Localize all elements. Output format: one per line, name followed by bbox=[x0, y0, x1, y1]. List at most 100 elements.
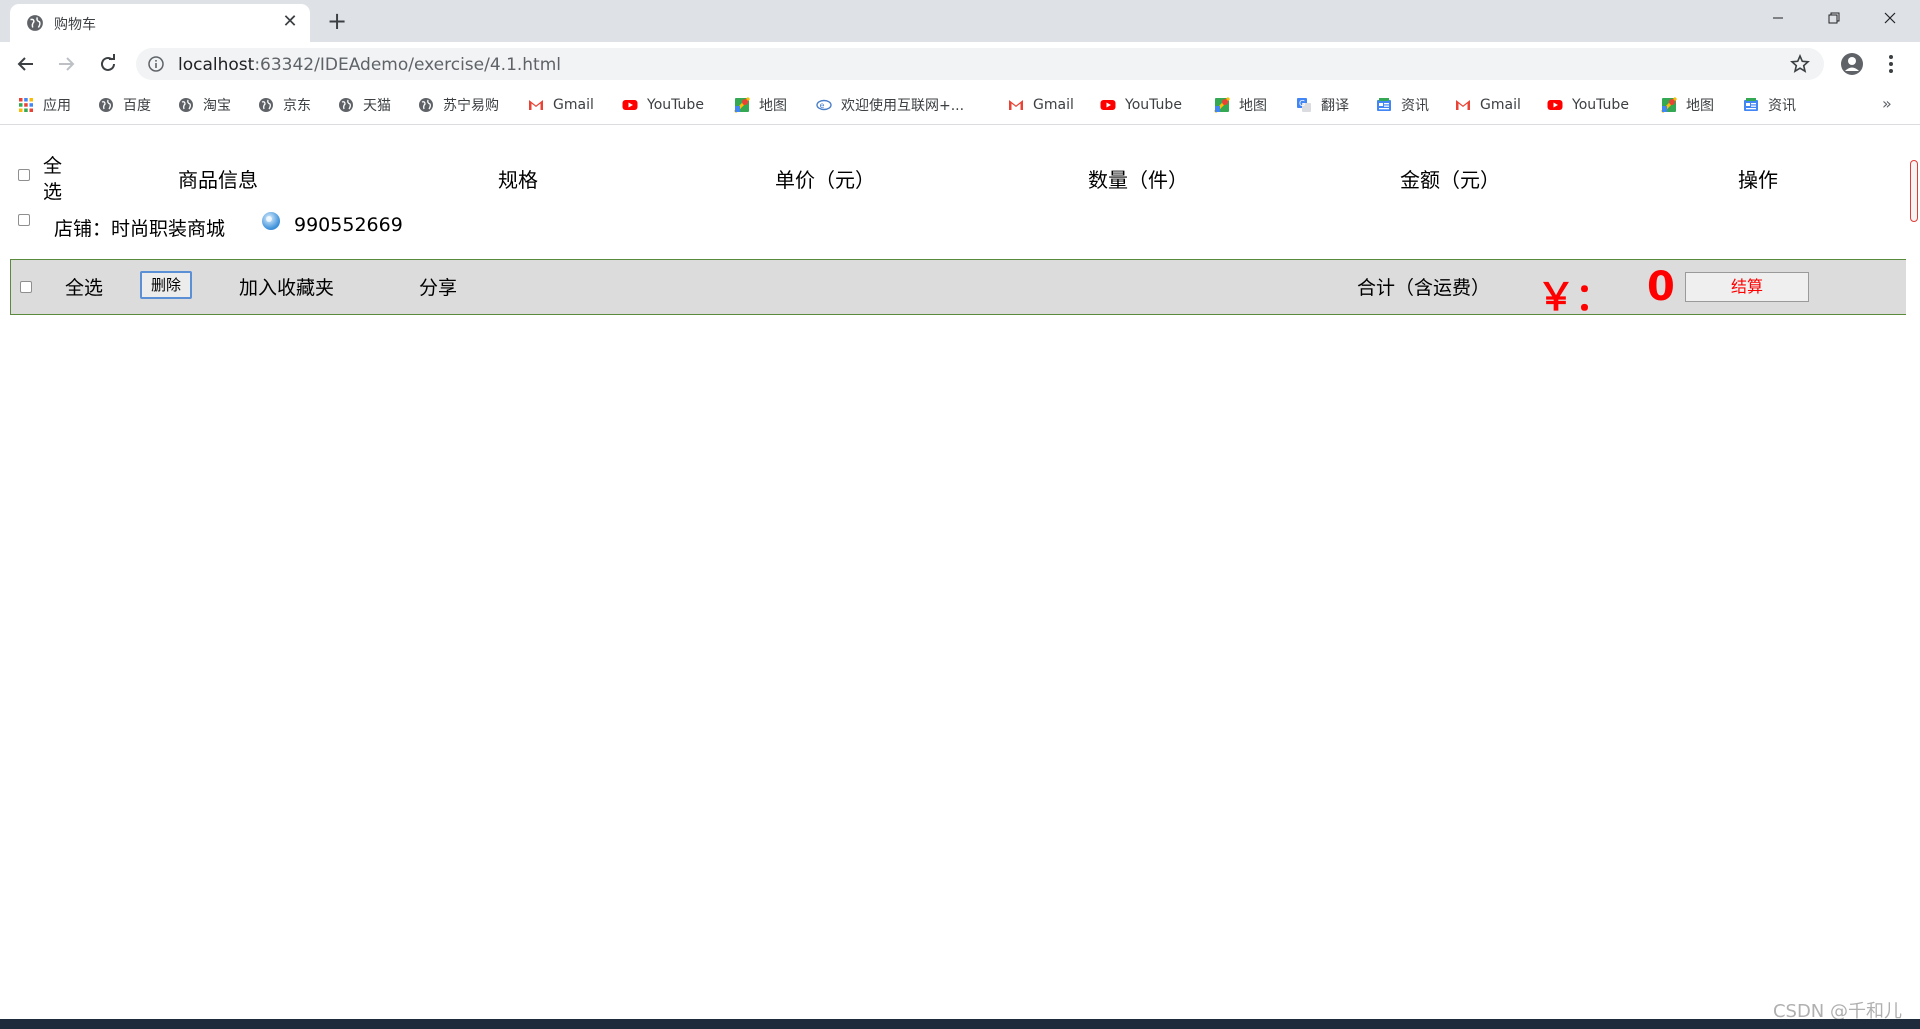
bookmark-item[interactable]: 苏宁易购 bbox=[418, 95, 499, 115]
bookmark-item[interactable]: YouTube bbox=[1100, 95, 1182, 115]
youtube-icon bbox=[622, 100, 638, 110]
bookmark-item[interactable]: 应用 bbox=[18, 95, 71, 115]
bookmark-item[interactable]: 天猫 bbox=[338, 95, 391, 115]
page-scrollbar[interactable] bbox=[1906, 126, 1920, 1019]
bookmark-label: 资讯 bbox=[1401, 98, 1429, 114]
bookmark-label: YouTube bbox=[1572, 97, 1629, 113]
globe-icon bbox=[419, 98, 433, 112]
reload-icon[interactable] bbox=[96, 52, 120, 76]
bookmark-label: 欢迎使用互联网+... bbox=[841, 98, 965, 114]
total-label: 合计（含运费） bbox=[1357, 277, 1491, 299]
bookmark-item[interactable]: 京东 bbox=[258, 95, 311, 115]
footer-select-all-label: 全选 bbox=[65, 277, 104, 299]
url-host: localhost bbox=[178, 55, 255, 75]
add-to-favorites-link[interactable]: 加入收藏夹 bbox=[239, 273, 334, 300]
delete-button[interactable]: 删除 bbox=[140, 271, 192, 299]
svg-text:G: G bbox=[1299, 99, 1305, 108]
bookmark-label: Gmail bbox=[1480, 97, 1521, 113]
globe-icon bbox=[179, 98, 193, 112]
qq-contact-icon[interactable] bbox=[259, 210, 283, 234]
address-bar[interactable]: localhost:63342/IDEAdemo/exercise/4.1.ht… bbox=[136, 48, 1824, 80]
translate-icon: G bbox=[1297, 98, 1311, 112]
more-menu-icon[interactable] bbox=[1885, 52, 1897, 76]
globe-icon bbox=[339, 98, 353, 112]
bookmark-item[interactable]: Gmail bbox=[1455, 95, 1521, 115]
info-icon[interactable] bbox=[148, 56, 164, 72]
scrollbar-thumb[interactable] bbox=[1910, 160, 1918, 222]
checkout-button[interactable]: 结算 bbox=[1685, 272, 1809, 302]
bookmark-label: 应用 bbox=[43, 98, 71, 114]
header-quantity: 数量（件） bbox=[1088, 168, 1188, 192]
select-all-checkbox[interactable] bbox=[18, 169, 30, 181]
maps-icon bbox=[1214, 97, 1230, 113]
header-amount: 金额（元） bbox=[1400, 168, 1500, 192]
close-window-icon[interactable] bbox=[1868, 6, 1912, 34]
globe-icon bbox=[27, 15, 43, 31]
cart-summary-bar: 全选 删除 加入收藏夹 分享 合计（含运费） ￥： 0 结算 bbox=[10, 259, 1908, 319]
browser-tabstrip: 购物车 ✕ + bbox=[0, 0, 1920, 42]
apps-grid-icon bbox=[19, 98, 33, 112]
bookmark-label: 地图 bbox=[1686, 98, 1714, 114]
profile-icon[interactable] bbox=[1840, 52, 1864, 76]
bookmark-item[interactable]: 淘宝 bbox=[178, 95, 231, 115]
bookmark-item[interactable]: 资讯 bbox=[1376, 95, 1429, 115]
bookmark-label: 天猫 bbox=[363, 98, 391, 114]
svg-text:e: e bbox=[820, 101, 825, 110]
footer-select-all-checkbox[interactable] bbox=[20, 281, 32, 293]
bookmark-item[interactable]: YouTube bbox=[622, 95, 704, 115]
url-text: localhost:63342/IDEAdemo/exercise/4.1.ht… bbox=[178, 55, 561, 75]
gmail-icon bbox=[1009, 100, 1023, 110]
minimize-icon[interactable] bbox=[1756, 6, 1800, 34]
forward-arrow-icon[interactable] bbox=[54, 52, 78, 76]
share-link[interactable]: 分享 bbox=[419, 273, 457, 300]
bookmark-label: 资讯 bbox=[1768, 98, 1796, 114]
globe-icon bbox=[259, 98, 273, 112]
bookmark-item[interactable]: 地图 bbox=[1661, 95, 1714, 115]
select-all-label: 全选 bbox=[43, 155, 63, 203]
bookmark-item[interactable]: e 欢迎使用互联网+... bbox=[816, 95, 964, 115]
youtube-icon bbox=[1100, 100, 1116, 110]
bookmark-item[interactable]: 百度 bbox=[98, 95, 151, 115]
header-unit-price: 单价（元） bbox=[775, 168, 875, 192]
youtube-icon bbox=[1547, 100, 1563, 110]
news-icon bbox=[1744, 98, 1758, 111]
bookmark-label: 百度 bbox=[123, 98, 151, 114]
bookmarks-overflow-icon[interactable]: » bbox=[1882, 94, 1892, 113]
shop-checkbox[interactable] bbox=[18, 214, 30, 226]
restore-icon[interactable] bbox=[1811, 6, 1855, 34]
bookmark-label: 地图 bbox=[1239, 98, 1267, 114]
browser-tab[interactable]: 购物车 ✕ bbox=[10, 4, 310, 42]
bookmarks-bar: » 应用 百度 淘宝 京东 天猫 苏宁易购 Gmail YouTube 地图 e 欢迎使用互联网+.… bbox=[0, 86, 1920, 125]
shop-contact-number[interactable]: 990552669 bbox=[294, 214, 403, 236]
os-taskbar bbox=[0, 1019, 1920, 1029]
bookmark-label: 苏宁易购 bbox=[443, 98, 499, 114]
bookmark-label: Gmail bbox=[553, 97, 594, 113]
bookmark-item[interactable]: G 翻译 bbox=[1296, 95, 1349, 115]
new-tab-button[interactable]: + bbox=[324, 9, 350, 35]
close-tab-icon[interactable]: ✕ bbox=[280, 12, 300, 32]
portal-icon: e bbox=[816, 99, 832, 111]
bookmark-item[interactable]: 资讯 bbox=[1743, 95, 1796, 115]
news-icon bbox=[1377, 98, 1391, 111]
bookmark-label: 淘宝 bbox=[203, 98, 231, 114]
header-spec: 规格 bbox=[498, 168, 538, 192]
bookmark-item[interactable]: Gmail bbox=[528, 95, 594, 115]
currency-symbol: ￥： bbox=[1537, 275, 1614, 319]
maps-icon bbox=[1661, 97, 1677, 113]
gmail-icon bbox=[529, 100, 543, 110]
url-path: :63342/IDEAdemo/exercise/4.1.html bbox=[254, 55, 562, 75]
bookmark-label: 地图 bbox=[759, 98, 787, 114]
cart-page: 全选 商品信息 规格 单价（元） 数量（件） 金额（元） 操作 店铺：时尚职装商… bbox=[0, 125, 1920, 1019]
bookmark-label: 翻译 bbox=[1321, 98, 1349, 114]
tab-title: 购物车 bbox=[54, 17, 96, 33]
back-arrow-icon[interactable] bbox=[14, 52, 38, 76]
bookmark-label: Gmail bbox=[1033, 97, 1074, 113]
total-amount: 0 bbox=[1647, 264, 1675, 310]
bookmark-item[interactable]: Gmail bbox=[1008, 95, 1074, 115]
bookmark-item[interactable]: YouTube bbox=[1547, 95, 1629, 115]
bookmark-label: YouTube bbox=[1125, 97, 1182, 113]
bookmark-star-icon[interactable] bbox=[1790, 54, 1810, 74]
bookmark-item[interactable]: 地图 bbox=[1214, 95, 1267, 115]
bookmark-item[interactable]: 地图 bbox=[734, 95, 787, 115]
maps-icon bbox=[734, 97, 750, 113]
